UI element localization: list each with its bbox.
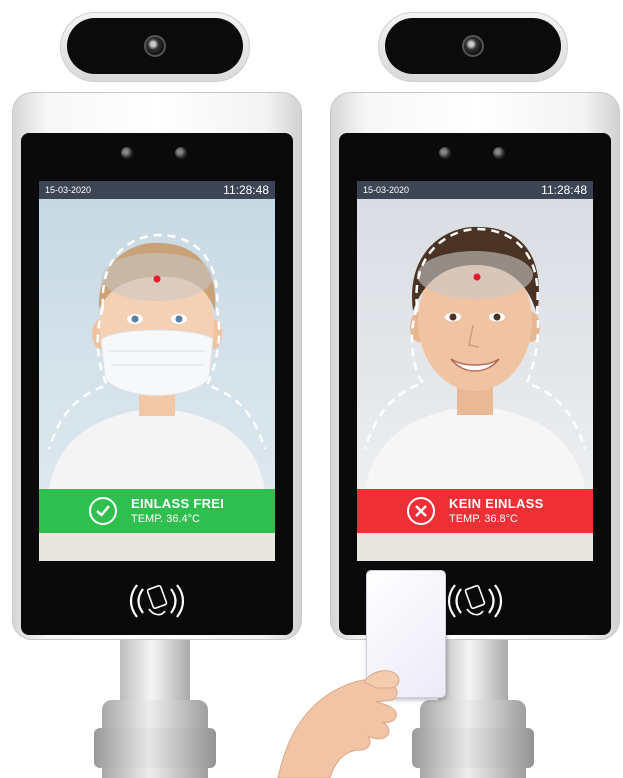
camera-module (378, 12, 568, 82)
status-date: 15-03-2020 (363, 185, 410, 195)
display-screen: 15-03-2020 11:28:48 (357, 181, 593, 561)
stand-ring (412, 728, 534, 768)
temperature-reading: TEMP. 36.8°C (449, 513, 519, 525)
device-face: 15-03-2020 11:28:48 (339, 133, 611, 635)
result-title: KEIN EINLASS (449, 496, 544, 511)
x-circle-icon (407, 497, 435, 525)
screen-footer (357, 533, 593, 561)
nfc-reader-icon (129, 584, 185, 618)
ir-sensor-icon (175, 147, 187, 159)
status-bar: 15-03-2020 11:28:48 (357, 181, 593, 199)
ir-sensor-icon (121, 147, 133, 159)
access-result-banner: EINLASS FREI TEMP. 36.4°C (39, 489, 275, 533)
check-circle-icon (89, 497, 117, 525)
smiling-child-image (363, 226, 587, 489)
stand-pole (120, 640, 190, 706)
status-time: 11:28:48 (223, 183, 269, 197)
nfc-reader-icon (447, 584, 503, 618)
camera-lens-icon (144, 35, 166, 57)
terminal-left: 15-03-2020 11:28:48 EINLASS FREI TEMP. 3… (12, 0, 302, 778)
ir-sensor-icon (493, 147, 505, 159)
access-result-banner: KEIN EINLASS TEMP. 36.8°C (357, 489, 593, 533)
stand-ring (94, 728, 216, 768)
child-with-mask-image (47, 233, 267, 489)
result-title: EINLASS FREI (131, 496, 225, 511)
display-screen: 15-03-2020 11:28:48 (39, 181, 275, 561)
device-frame: 15-03-2020 11:28:48 (12, 92, 302, 640)
camera-feed (357, 199, 593, 489)
ir-sensor-icon (439, 147, 451, 159)
temperature-point-icon (473, 273, 481, 281)
stand-pole (438, 640, 508, 706)
hand-image (277, 670, 400, 778)
temperature-reading: TEMP. 36.4°C (131, 513, 201, 525)
status-bar: 15-03-2020 11:28:48 (39, 181, 275, 199)
status-date: 15-03-2020 (45, 185, 92, 195)
camera-feed (39, 199, 275, 489)
temperature-point-icon (153, 275, 161, 283)
camera-housing (67, 18, 243, 74)
camera-housing (385, 18, 561, 74)
device-frame: 15-03-2020 11:28:48 (330, 92, 620, 640)
device-face: 15-03-2020 11:28:48 (21, 133, 293, 635)
camera-module (60, 12, 250, 82)
camera-lens-icon (462, 35, 484, 57)
status-time: 11:28:48 (541, 183, 587, 197)
screen-footer (39, 533, 275, 561)
